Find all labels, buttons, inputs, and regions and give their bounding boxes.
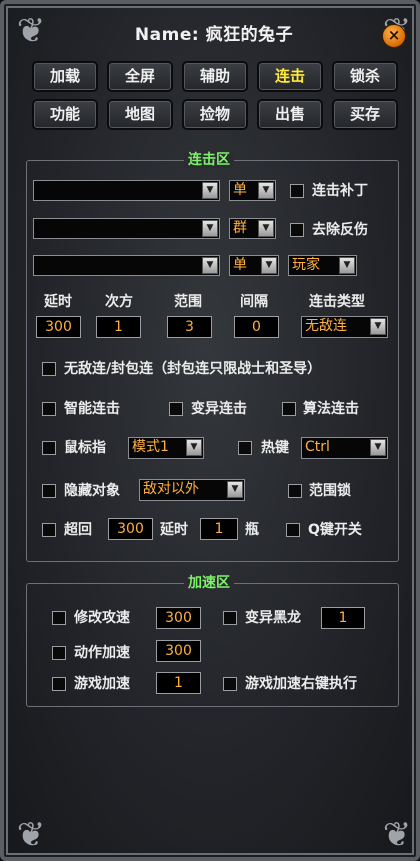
mode-select-2[interactable]: 群 ▼ — [229, 218, 276, 239]
checkbox-q-toggle[interactable] — [286, 523, 300, 537]
checkbox-game-speed[interactable] — [52, 677, 66, 691]
tab-pickup[interactable]: 捡物 — [182, 99, 248, 130]
checkbox-super-recall[interactable] — [42, 523, 56, 537]
mode-select-1[interactable]: 单 ▼ — [229, 180, 276, 201]
label-mutation-combo: 变异连击 — [191, 401, 247, 417]
skill-select-1[interactable]: ▼ — [33, 180, 220, 201]
tab-load[interactable]: 加载 — [32, 61, 98, 92]
interval-input[interactable]: 0 — [234, 316, 279, 338]
label-mouse-pointer: 鼠标指 — [64, 440, 106, 456]
chevron-down-icon: ▼ — [339, 257, 355, 274]
tab-function[interactable]: 功能 — [32, 99, 98, 130]
checkbox-remove-reflect[interactable] — [290, 223, 304, 237]
tab-lockkill[interactable]: 锁杀 — [332, 61, 398, 92]
attack-speed-input[interactable]: 300 — [156, 607, 201, 629]
checkbox-mouse-pointer[interactable] — [42, 441, 56, 455]
bottle-input[interactable]: 1 — [200, 518, 238, 540]
checkbox-range-lock[interactable] — [288, 484, 302, 498]
label-count: 次方 — [105, 294, 133, 310]
checkbox-action-speed[interactable] — [52, 646, 66, 660]
chevron-down-icon: ▼ — [258, 220, 274, 237]
mutant-dragon-input[interactable]: 1 — [321, 607, 365, 629]
label-remove-reflect: 去除反伤 — [312, 222, 368, 238]
window-title: Name: 疯狂的兔子 — [134, 25, 294, 45]
corner-ornament-icon: ❦ — [382, 815, 412, 855]
tab-fullscreen[interactable]: 全屏 — [107, 61, 173, 92]
range-input[interactable]: 3 — [167, 316, 212, 338]
mouse-mode-select[interactable]: 模式1 ▼ — [128, 437, 204, 459]
label-hotkey: 热键 — [261, 440, 289, 456]
label-interval: 间隔 — [240, 294, 268, 310]
label-range-lock: 范围锁 — [309, 483, 351, 499]
chevron-down-icon: ▼ — [370, 318, 386, 335]
hotkey-select[interactable]: Ctrl ▼ — [301, 437, 388, 459]
checkbox-rightkey-exec[interactable] — [223, 677, 237, 691]
label-game-speed: 游戏加速 — [74, 676, 130, 692]
label-delay: 延时 — [44, 294, 72, 310]
skill-select-3[interactable]: ▼ — [33, 255, 220, 276]
label-range: 范围 — [174, 294, 202, 310]
checkbox-smart-combo[interactable] — [42, 402, 56, 416]
tab-assist[interactable]: 辅助 — [182, 61, 248, 92]
super-recall-input[interactable]: 300 — [108, 518, 153, 540]
checkbox-attack-speed[interactable] — [52, 611, 66, 625]
label-patch: 连击补丁 — [312, 183, 368, 199]
checkbox-patch[interactable] — [290, 184, 304, 198]
speed-group-title: 加速区 — [184, 575, 234, 591]
label-action-speed: 动作加速 — [74, 645, 130, 661]
label-q-toggle: Q键开关 — [308, 522, 362, 538]
checkbox-mutation-combo[interactable] — [169, 402, 183, 416]
skill-select-2[interactable]: ▼ — [33, 218, 220, 239]
chevron-down-icon: ▼ — [258, 182, 274, 199]
label-super-recall: 超回 — [64, 522, 92, 538]
label-rightkey-exec: 游戏加速右键执行 — [245, 676, 357, 692]
tab-combo[interactable]: 连击 — [257, 61, 323, 92]
checkbox-hotkey[interactable] — [238, 441, 252, 455]
chevron-down-icon: ▼ — [370, 439, 386, 456]
label-algo-combo: 算法连击 — [303, 401, 359, 417]
label-mutant-dragon: 变异黑龙 — [245, 610, 301, 626]
combo-group-title: 连击区 — [184, 152, 234, 168]
label-bottle: 瓶 — [245, 522, 259, 538]
settings-window: ❦ ❦ ❦ ❦ Name: 疯狂的兔子 × 加载 全屏 辅助 连击 锁杀 功能 … — [0, 0, 420, 861]
action-speed-input[interactable]: 300 — [156, 640, 201, 662]
label-combo-type: 连击类型 — [309, 294, 365, 310]
chevron-down-icon: ▼ — [202, 257, 218, 274]
label-attack-speed: 修改攻速 — [74, 610, 130, 626]
checkbox-hide-object[interactable] — [42, 484, 56, 498]
chevron-down-icon: ▼ — [186, 439, 202, 456]
mode-select-3[interactable]: 单 ▼ — [229, 255, 279, 276]
target-select[interactable]: 玩家 ▼ — [288, 255, 357, 276]
count-input[interactable]: 1 — [96, 316, 141, 338]
chevron-down-icon: ▼ — [227, 481, 243, 498]
checkbox-invincible-packet[interactable] — [42, 362, 56, 376]
game-speed-input[interactable]: 1 — [156, 672, 201, 694]
chevron-down-icon: ▼ — [202, 220, 218, 237]
label-smart-combo: 智能连击 — [64, 401, 120, 417]
hide-object-select[interactable]: 敌对以外 ▼ — [139, 479, 245, 501]
tab-buy-store[interactable]: 买存 — [332, 99, 398, 130]
tab-map[interactable]: 地图 — [107, 99, 173, 130]
delay-input[interactable]: 300 — [36, 316, 81, 338]
checkbox-algo-combo[interactable] — [282, 402, 296, 416]
corner-ornament-icon: ❦ — [16, 815, 46, 855]
checkbox-mutant-dragon[interactable] — [223, 611, 237, 625]
tab-sell[interactable]: 出售 — [257, 99, 323, 130]
chevron-down-icon: ▼ — [261, 257, 277, 274]
label-hide-object: 隐藏对象 — [64, 483, 120, 499]
close-icon[interactable]: × — [382, 24, 406, 48]
corner-ornament-icon: ❦ — [16, 11, 46, 51]
combo-type-select[interactable]: 无敌连 ▼ — [301, 316, 388, 338]
label-invincible-packet: 无敌连/封包连（封包连只限战士和圣导） — [64, 361, 322, 377]
label-super-delay: 延时 — [160, 522, 188, 538]
chevron-down-icon: ▼ — [202, 182, 218, 199]
